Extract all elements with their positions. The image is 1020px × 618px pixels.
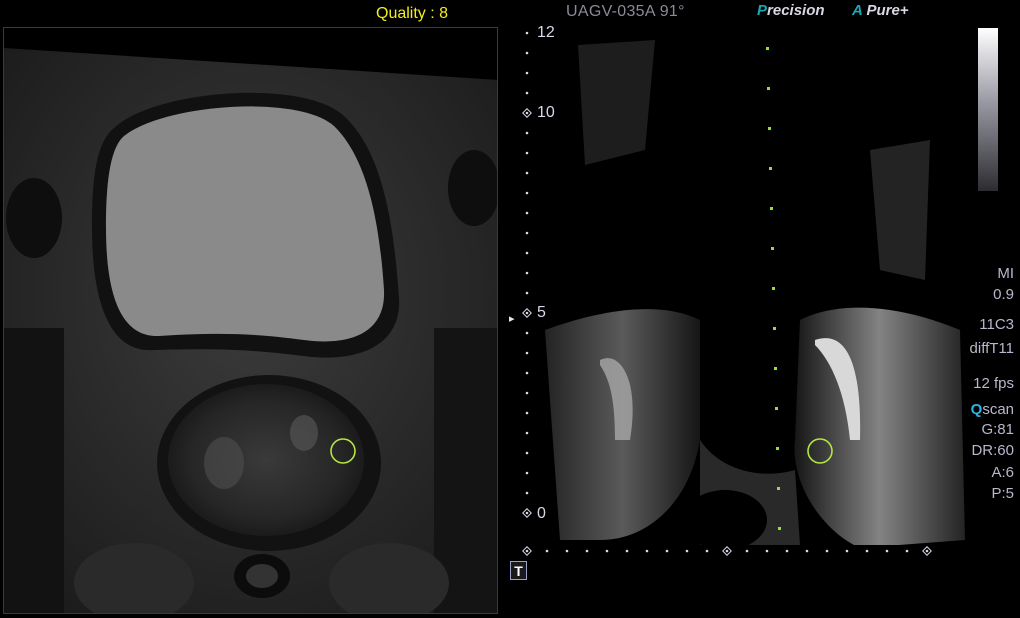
- depth-tick: [525, 451, 529, 455]
- depth-label-0: 0: [537, 505, 546, 522]
- lateral-tick: [765, 549, 769, 553]
- needle-guide-dot: [768, 127, 771, 130]
- depth-tick: [525, 411, 529, 415]
- grayscale-bar: [978, 28, 998, 191]
- lateral-tick: [925, 549, 929, 553]
- lateral-tick: [805, 549, 809, 553]
- depth-tick: [525, 191, 529, 195]
- depth-tick: [525, 171, 529, 175]
- depth-tick: [525, 431, 529, 435]
- lateral-tick: [685, 549, 689, 553]
- depth-tick: [525, 331, 529, 335]
- lateral-tick: [665, 549, 669, 553]
- lateral-tick: [545, 549, 549, 553]
- imaging-mode: diffT11: [969, 340, 1014, 357]
- lateral-tick: [725, 549, 729, 553]
- lateral-tick: [745, 549, 749, 553]
- depth-tick: [525, 471, 529, 475]
- depth-tick: [525, 511, 529, 515]
- depth-label-12: 12: [537, 24, 555, 41]
- needle-guide-dot: [770, 207, 773, 210]
- probe-info: UAGV-035A 91°: [566, 3, 685, 20]
- depth-tick: [525, 271, 529, 275]
- lateral-tick: [605, 549, 609, 553]
- depth-tick: [525, 231, 529, 235]
- p-value: P:5: [991, 485, 1014, 502]
- qscan-q: Q: [970, 401, 983, 418]
- needle-guide-dot: [769, 167, 772, 170]
- mr-image: [4, 28, 497, 613]
- depth-tick: [525, 91, 529, 95]
- lateral-tick: [625, 549, 629, 553]
- lateral-tick: [705, 549, 709, 553]
- depth-tick: [525, 491, 529, 495]
- needle-guide-dot: [771, 247, 774, 250]
- precision-logo-text: recision: [767, 2, 825, 19]
- needle-guide-dot: [776, 447, 779, 450]
- needle-guide-dot: [778, 527, 781, 530]
- lateral-tick: [525, 549, 529, 553]
- depth-tick: [525, 111, 529, 115]
- mi-label: MI: [997, 265, 1014, 282]
- lateral-tick: [845, 549, 849, 553]
- needle-guide-dot: [773, 327, 776, 330]
- lateral-tick: [585, 549, 589, 553]
- lateral-tick: [865, 549, 869, 553]
- probe-frequency: 11C3: [979, 316, 1014, 333]
- needle-guide-dot: [766, 47, 769, 50]
- lateral-tick: [785, 549, 789, 553]
- a-value: A:6: [991, 464, 1014, 481]
- depth-tick: [525, 251, 529, 255]
- needle-guide-dot: [775, 407, 778, 410]
- lateral-tick: [825, 549, 829, 553]
- depth-label-10: 10: [537, 104, 555, 121]
- mr-image-panel[interactable]: [3, 27, 498, 614]
- lateral-tick: [565, 549, 569, 553]
- precision-logo: Precision: [757, 2, 825, 19]
- depth-tick: [525, 371, 529, 375]
- precision-logo-letter: P: [757, 2, 768, 19]
- t-button[interactable]: T: [510, 561, 527, 580]
- dynamic-range-value: DR:60: [971, 442, 1014, 459]
- qscan-text: scan: [982, 401, 1014, 418]
- depth-tick: [525, 291, 529, 295]
- depth-tick: [525, 211, 529, 215]
- apure-logo-text: Pure+: [866, 2, 909, 19]
- lateral-tick: [905, 549, 909, 553]
- needle-guide-dot: [774, 367, 777, 370]
- depth-tick: [525, 31, 529, 35]
- depth-label-5: 5: [537, 304, 546, 321]
- qscan-label: Qscan: [971, 401, 1014, 418]
- lateral-tick: [885, 549, 889, 553]
- apure-logo: A Pure+: [852, 2, 909, 19]
- mi-value: 0.9: [993, 286, 1014, 303]
- needle-guide-dot: [767, 87, 770, 90]
- depth-tick: [525, 151, 529, 155]
- ultrasound-image: [500, 25, 1020, 618]
- lateral-tick: [645, 549, 649, 553]
- focus-marker-icon[interactable]: ▸: [509, 312, 515, 325]
- depth-tick: [525, 131, 529, 135]
- needle-guide-dot: [772, 287, 775, 290]
- apure-logo-letter: A: [852, 2, 863, 19]
- depth-tick: [525, 311, 529, 315]
- frame-rate: 12 fps: [973, 375, 1014, 392]
- gain-value: G:81: [981, 421, 1014, 438]
- depth-tick: [525, 351, 529, 355]
- ultrasound-image-panel[interactable]: [500, 25, 1020, 618]
- needle-guide-dot: [777, 487, 780, 490]
- depth-tick: [525, 391, 529, 395]
- depth-tick: [525, 51, 529, 55]
- quality-indicator: Quality : 8: [376, 5, 449, 22]
- depth-tick: [525, 71, 529, 75]
